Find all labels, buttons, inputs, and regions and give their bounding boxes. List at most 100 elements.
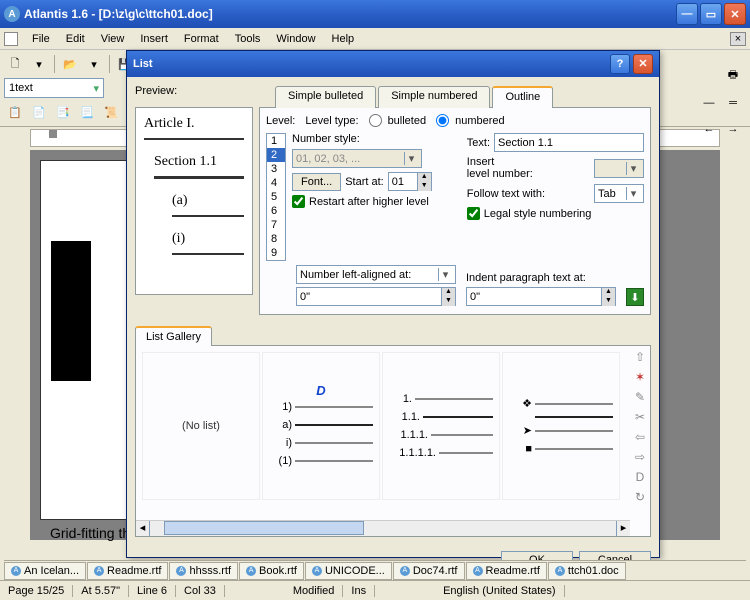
document-page[interactable] — [40, 160, 140, 520]
gallery-scrollbar[interactable]: ◂ ▸ — [136, 520, 630, 536]
gallery-edit-icon[interactable]: ✎ — [633, 390, 647, 404]
tab-simple-bulleted[interactable]: Simple bulleted — [275, 86, 376, 108]
indent-para-label: Indent paragraph text at: — [466, 272, 616, 284]
gallery-d-icon[interactable]: D — [633, 470, 647, 484]
doc-tab[interactable]: AReadme.rtf — [87, 562, 168, 580]
number-style-label: Number style: — [292, 133, 457, 145]
insert-level-label: Insert level number: — [467, 156, 533, 180]
insert-level-combo[interactable]: ▾ — [594, 159, 644, 178]
menu-window[interactable]: Window — [268, 31, 323, 47]
dialog-close-button[interactable]: ✕ — [633, 54, 653, 74]
radio-bulleted[interactable]: bulleted — [369, 114, 427, 127]
menu-insert[interactable]: Insert — [132, 31, 176, 47]
gallery-cut-icon[interactable]: ✂ — [633, 410, 647, 424]
menu-help[interactable]: Help — [324, 31, 363, 47]
open-dropdown[interactable]: ▾ — [83, 53, 105, 75]
follow-combo[interactable]: Tab▾ — [594, 184, 644, 203]
printer-icon[interactable]: 🖶 — [722, 64, 744, 86]
restart-checkbox[interactable]: Restart after higher level — [292, 195, 457, 208]
list-gallery: (No list) D 1) a) i) (1) 1. 1.1. 1.1.1. — [135, 345, 651, 537]
indent-para-spinner[interactable]: ▲▼ — [466, 287, 616, 306]
apply-arrow-button[interactable]: ⬇ — [626, 288, 644, 306]
chevron-down-icon: ▾ — [93, 82, 99, 95]
tb-icon-1[interactable]: 📋 — [4, 101, 26, 123]
gallery-refresh-icon[interactable]: ↻ — [633, 490, 647, 504]
gallery-item-nolist[interactable]: (No list) — [142, 352, 260, 500]
text-input[interactable] — [494, 133, 644, 152]
doc-tab[interactable]: ADoc74.rtf — [393, 562, 465, 580]
gallery-star-icon[interactable]: ✶ — [633, 370, 647, 384]
tb-hr2[interactable]: ═ — [722, 92, 744, 114]
gallery-tab[interactable]: List Gallery — [135, 326, 212, 346]
tb-icon-3[interactable]: 📑 — [52, 101, 74, 123]
number-style-combo[interactable]: 01, 02, 03, ...▾ — [292, 149, 422, 168]
start-at-label: Start at: — [345, 176, 384, 188]
gallery-item[interactable]: 1. 1.1. 1.1.1. 1.1.1.1. — [382, 352, 500, 500]
mdi-close-button[interactable]: × — [730, 32, 746, 46]
chevron-down-icon: ▾ — [438, 268, 452, 281]
level-item[interactable]: 8 — [267, 232, 285, 246]
open-button[interactable]: 📂 — [59, 53, 81, 75]
preview-label: Preview: — [135, 85, 275, 103]
new-button[interactable]: 🗋 — [4, 53, 26, 75]
title-bar: A Atlantis 1.6 - [D:\z\g\c\ttch01.doc] —… — [0, 0, 750, 28]
tb-icon-2[interactable]: 📄 — [28, 101, 50, 123]
nav-back-button[interactable]: ← — [698, 118, 720, 140]
dialog-help-button[interactable]: ? — [610, 54, 630, 74]
follow-label: Follow text with: — [467, 188, 545, 200]
tb-icon-4[interactable]: 📃 — [76, 101, 98, 123]
maximize-button[interactable]: ▭ — [700, 3, 722, 25]
menu-file[interactable]: File — [24, 31, 58, 47]
menu-edit[interactable]: Edit — [58, 31, 93, 47]
doc-tab[interactable]: ABook.rtf — [239, 562, 304, 580]
level-item[interactable]: 7 — [267, 218, 285, 232]
font-button[interactable]: Font... — [292, 173, 341, 191]
style-combo[interactable]: 1text ▾ — [4, 78, 104, 98]
radio-numbered[interactable]: numbered — [436, 114, 505, 127]
preview-item: (a) — [172, 193, 244, 209]
menu-format[interactable]: Format — [176, 31, 227, 47]
gallery-left-icon[interactable]: ⇦ — [633, 430, 647, 444]
gallery-up-icon[interactable]: ⇧ — [633, 350, 647, 364]
new-dropdown[interactable]: ▾ — [28, 53, 50, 75]
status-ins: Ins — [343, 585, 375, 597]
number-align-spinner[interactable]: ▲▼ — [296, 287, 456, 306]
chevron-down-icon: ▾ — [404, 152, 418, 165]
chevron-down-icon: ▾ — [626, 187, 640, 200]
close-button[interactable]: ✕ — [724, 3, 746, 25]
dialog-title-bar[interactable]: List ? ✕ — [127, 51, 659, 77]
tb-icon-5[interactable]: 📜 — [100, 101, 122, 123]
window-title: Atlantis 1.6 - [D:\z\g\c\ttch01.doc] — [24, 7, 676, 21]
doc-tab[interactable]: AReadme.rtf — [466, 562, 547, 580]
gallery-item[interactable]: D 1) a) i) (1) — [262, 352, 380, 500]
doc-tab[interactable]: AAn Icelan... — [4, 562, 86, 580]
doc-tab[interactable]: Attch01.doc — [548, 562, 626, 580]
minimize-button[interactable]: — — [676, 3, 698, 25]
level-item[interactable]: 5 — [267, 190, 285, 204]
status-bar: Page 15/25 At 5.57" Line 6 Col 33 Modifi… — [0, 580, 750, 600]
menu-view[interactable]: View — [93, 31, 133, 47]
ruler-marker[interactable] — [49, 130, 57, 138]
level-item[interactable]: 2 — [267, 148, 285, 162]
level-list[interactable]: 1 2 3 4 5 6 7 8 9 — [266, 133, 286, 261]
legal-checkbox[interactable]: Legal style numbering — [467, 207, 644, 220]
level-item[interactable]: 1 — [267, 134, 285, 148]
tb-hr1[interactable]: — — [698, 92, 720, 114]
doc-tab[interactable]: AUNICODE... — [305, 562, 392, 580]
doc-tab[interactable]: Ahhsss.rtf — [169, 562, 238, 580]
menu-tools[interactable]: Tools — [227, 31, 269, 47]
level-item[interactable]: 6 — [267, 204, 285, 218]
status-page: Page 15/25 — [0, 585, 73, 597]
gallery-item[interactable]: ❖ ➤ ■ — [502, 352, 620, 500]
nav-forward-button[interactable]: → — [722, 118, 744, 140]
tab-outline[interactable]: Outline — [492, 86, 553, 108]
number-align-combo[interactable]: Number left-aligned at:▾ — [296, 265, 456, 284]
status-line: Line 6 — [129, 585, 176, 597]
gallery-right-icon[interactable]: ⇨ — [633, 450, 647, 464]
level-item[interactable]: 9 — [267, 246, 285, 260]
document-tabs: AAn Icelan... AReadme.rtf Ahhsss.rtf ABo… — [4, 560, 746, 580]
level-item[interactable]: 3 — [267, 162, 285, 176]
tab-simple-numbered[interactable]: Simple numbered — [378, 86, 490, 108]
level-item[interactable]: 4 — [267, 176, 285, 190]
start-at-spinner[interactable]: ▲▼ — [388, 172, 432, 191]
